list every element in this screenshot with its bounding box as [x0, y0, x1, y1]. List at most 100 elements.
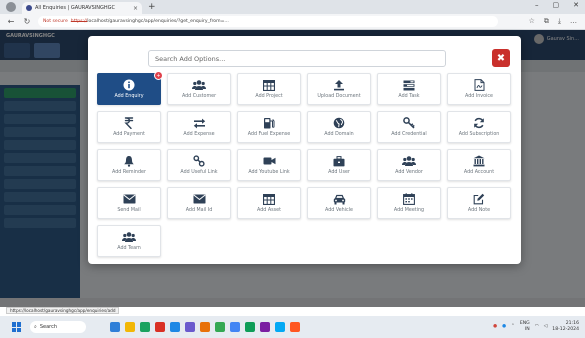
- taskbar-app-icon[interactable]: [200, 322, 210, 332]
- add-option-add-expense[interactable]: Add Expense: [167, 111, 231, 143]
- tray-icon[interactable]: ⌃: [511, 324, 515, 329]
- more-options-icon[interactable]: …: [570, 17, 577, 26]
- add-option-add-enquiry[interactable]: Add Enquiry +: [97, 71, 163, 105]
- add-option-add-payment[interactable]: Add Payment: [97, 111, 161, 143]
- add-option-add-user[interactable]: Add User: [307, 149, 371, 181]
- add-option-upload-document[interactable]: Upload Document: [307, 73, 371, 105]
- add-option-label: Add Fuel Expense: [247, 132, 291, 137]
- add-option-add-youtube-link[interactable]: Add Youtube Link: [237, 149, 301, 181]
- tray-icon[interactable]: ●: [502, 324, 506, 329]
- add-option-add-customer[interactable]: Add Customer: [167, 73, 231, 105]
- add-option-add-meeting[interactable]: Add Meeting: [377, 187, 441, 219]
- file-explorer-icon[interactable]: [125, 322, 135, 332]
- calendar-icon: [402, 193, 416, 205]
- downloads-icon[interactable]: ⤓: [558, 17, 561, 26]
- add-option-add-team[interactable]: Add Team: [97, 225, 161, 257]
- taskbar-app-icon[interactable]: [245, 322, 255, 332]
- add-option-add-vehicle[interactable]: Add Vehicle: [307, 187, 371, 219]
- reload-icon[interactable]: ↻: [22, 17, 32, 26]
- clock[interactable]: 21:16 18-12-2024: [552, 321, 579, 332]
- add-option-add-mail-id[interactable]: Add Mail Id: [167, 187, 231, 219]
- add-option-add-account[interactable]: Add Account: [447, 149, 511, 181]
- close-modal-button[interactable]: ✖: [492, 49, 510, 67]
- add-option-label: Add Task: [398, 94, 420, 99]
- refresh-icon: [472, 117, 486, 129]
- close-window-button[interactable]: ✕: [573, 1, 579, 9]
- favorite-star-icon[interactable]: ☆: [529, 17, 535, 26]
- globe-icon: [332, 117, 346, 129]
- add-option-add-project[interactable]: Add Project: [237, 73, 301, 105]
- add-options-modal: ✖ Add Enquiry + Add Customer Add Project Upl…: [88, 36, 521, 264]
- add-option-label: Add Youtube Link: [248, 170, 290, 175]
- car-icon: [332, 193, 346, 205]
- users-icon: [122, 231, 136, 243]
- minimize-button[interactable]: –: [535, 1, 539, 9]
- tray-icon[interactable]: ●: [493, 324, 497, 329]
- chrome-icon[interactable]: [215, 322, 225, 332]
- tab-title: All Enquiries | GAURAVSINGHGC: [35, 5, 115, 11]
- add-option-add-useful-link[interactable]: Add Useful Link: [167, 149, 231, 181]
- add-option-add-domain[interactable]: Add Domain: [307, 111, 371, 143]
- taskbar-search[interactable]: ⌕ Search: [30, 321, 86, 333]
- bell-icon: [122, 155, 136, 167]
- link-icon: [192, 155, 206, 167]
- taskbar-search-label: Search: [39, 324, 57, 330]
- add-option-label: Add Vehicle: [325, 208, 353, 213]
- add-option-label: Add Subscription: [458, 132, 500, 137]
- system-tray: ● ● ⌃ ENG IN ◠ ◁ 21:16 18-12-2024: [493, 321, 579, 332]
- add-option-add-note[interactable]: Add Note: [447, 187, 511, 219]
- wifi-icon[interactable]: ◠: [535, 324, 539, 329]
- url-field[interactable]: Not secure https:// localhost/gauravsing…: [38, 16, 498, 27]
- add-option-label: Add Credential: [391, 132, 427, 137]
- invoice-icon: [472, 79, 486, 91]
- clock-time: 21:16: [565, 321, 579, 326]
- close-tab-icon[interactable]: ×: [133, 5, 138, 12]
- maximize-button[interactable]: ▢: [553, 1, 560, 9]
- volume-icon[interactable]: ◁: [544, 324, 548, 329]
- upload-icon: [332, 79, 346, 91]
- rupee-icon: [122, 117, 136, 129]
- clock-date: 18-12-2024: [552, 326, 579, 332]
- add-option-add-task[interactable]: Add Task: [377, 73, 441, 105]
- add-option-add-vendor[interactable]: Add Vendor: [377, 149, 441, 181]
- add-option-label: Add Useful Link: [180, 170, 218, 175]
- collections-icon[interactable]: ⧉: [544, 17, 549, 26]
- table-icon: [262, 193, 276, 205]
- mail-icon: [122, 193, 136, 205]
- not-secure-label[interactable]: Not secure: [43, 19, 68, 24]
- language-indicator[interactable]: ENG IN: [520, 321, 530, 332]
- add-option-label: Add Reminder: [112, 170, 146, 175]
- add-option-add-reminder[interactable]: Add Reminder: [97, 149, 161, 181]
- key-icon: [402, 117, 416, 129]
- taskbar-app-icon[interactable]: [110, 322, 120, 332]
- url-text: localhost/gauravsinghgc/app/enquiries/?g…: [87, 19, 229, 24]
- add-option-add-invoice[interactable]: Add Invoice: [447, 73, 511, 105]
- add-option-label: Add Domain: [324, 132, 354, 137]
- back-arrow-icon[interactable]: ←: [6, 17, 16, 26]
- taskbar-app-icon[interactable]: [230, 322, 240, 332]
- browser-tab[interactable]: All Enquiries | GAURAVSINGHGC ×: [22, 2, 142, 14]
- new-tab-button[interactable]: +: [148, 2, 156, 12]
- taskbar-app-icon[interactable]: [290, 322, 300, 332]
- taskbar-app-icon[interactable]: [155, 322, 165, 332]
- users-icon: [402, 155, 416, 167]
- add-option-add-asset[interactable]: Add Asset: [237, 187, 301, 219]
- taskbar-app-icon[interactable]: [170, 322, 180, 332]
- url-scheme: https://: [70, 19, 88, 24]
- add-option-add-fuel-expense[interactable]: Add Fuel Expense: [237, 111, 301, 143]
- windows-start-icon[interactable]: [12, 322, 22, 332]
- add-option-label: Add Meeting: [393, 208, 425, 213]
- browser-profile-icon[interactable]: [6, 2, 16, 12]
- taskbar-app-icon[interactable]: [275, 322, 285, 332]
- fuel-icon: [262, 117, 276, 129]
- edge-browser-icon[interactable]: [140, 322, 150, 332]
- exchange-icon: [192, 117, 206, 129]
- add-option-label: Add Account: [463, 170, 495, 175]
- add-option-add-credential[interactable]: Add Credential: [377, 111, 441, 143]
- taskbar-app-icon[interactable]: [185, 322, 195, 332]
- add-option-add-subscription[interactable]: Add Subscription: [447, 111, 511, 143]
- add-option-send-mail[interactable]: Send Mail: [97, 187, 161, 219]
- taskbar-app-icon[interactable]: [260, 322, 270, 332]
- search-add-options-input[interactable]: [148, 50, 446, 67]
- tab-favicon-icon: [26, 5, 32, 11]
